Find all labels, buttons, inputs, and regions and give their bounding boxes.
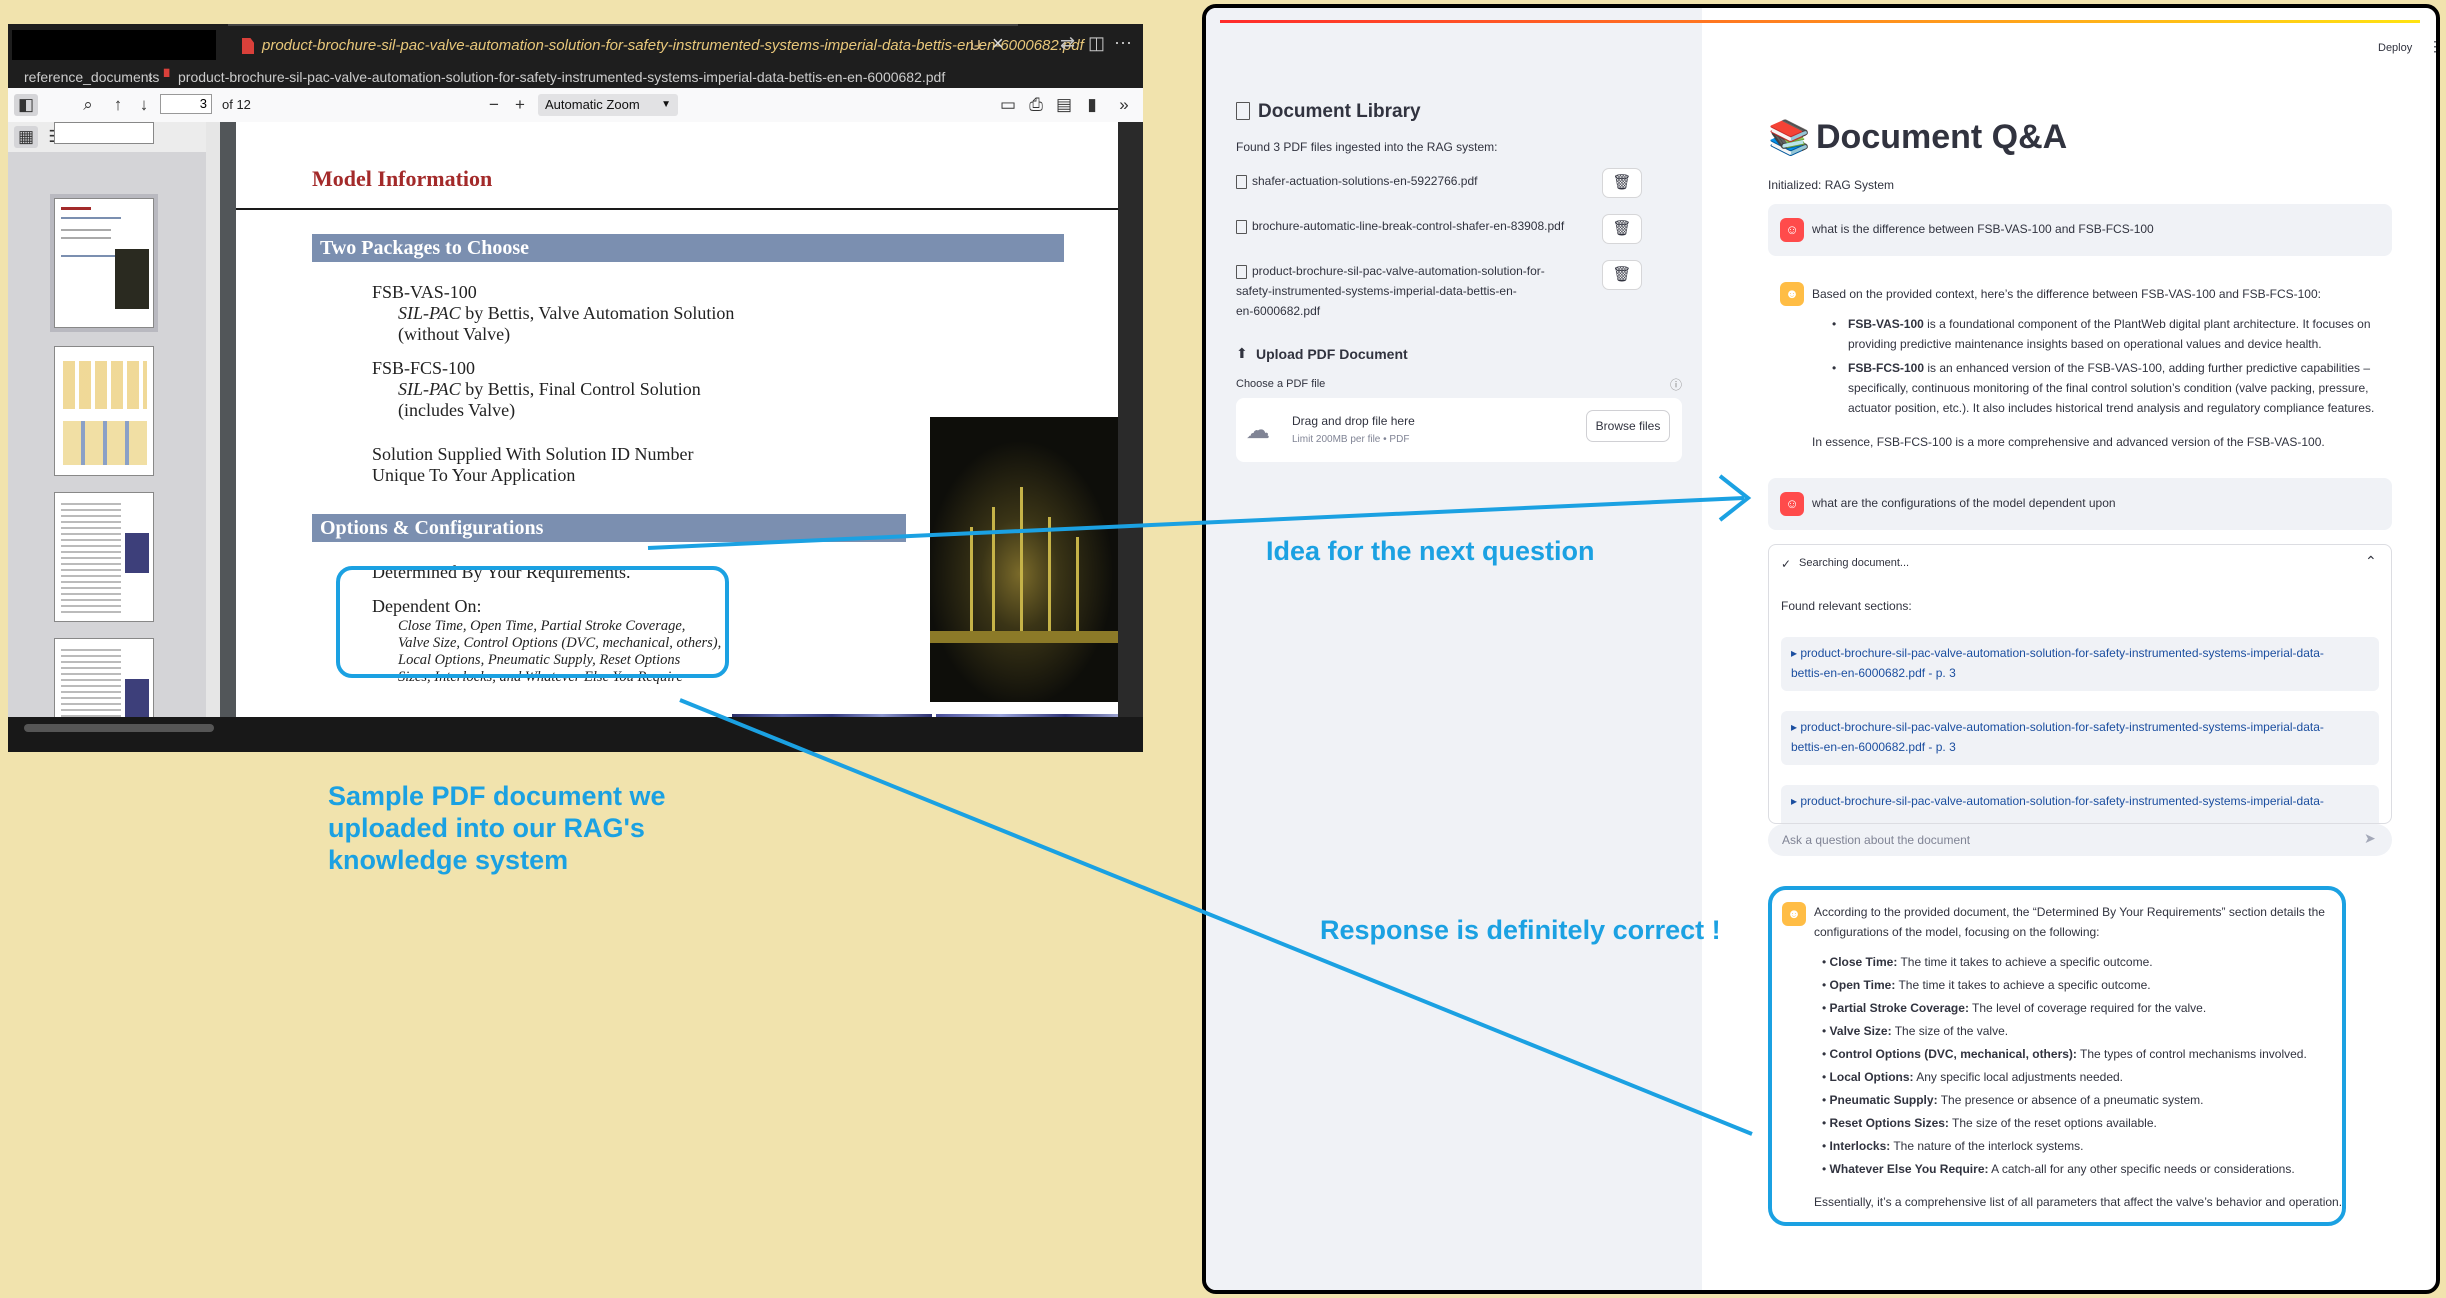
annotation-note: Idea for the next question bbox=[1266, 536, 1595, 566]
annotation-note: Response is definitely correct ! bbox=[1320, 915, 1721, 945]
annotation-arrows bbox=[647, 474, 1753, 1136]
annotation-note: Sample PDF document we uploaded into our… bbox=[328, 781, 666, 875]
